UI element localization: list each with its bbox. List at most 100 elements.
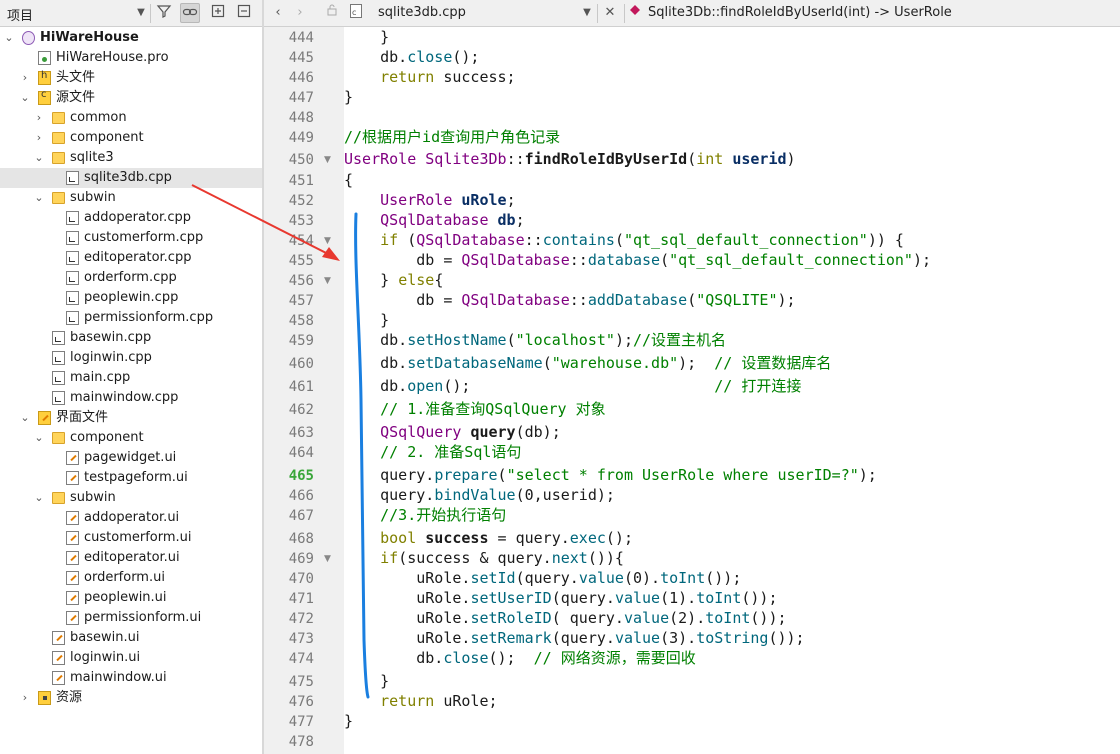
tree-item[interactable]: › 头文件 xyxy=(0,68,262,88)
code-token: QSqlDatabase xyxy=(380,211,489,229)
chevron-right-icon[interactable]: › xyxy=(19,689,31,707)
tree-item[interactable]: ⌄ subwin xyxy=(0,188,262,208)
code-token: contains xyxy=(542,231,615,249)
fold-marker-icon[interactable]: ▼ xyxy=(324,231,331,251)
tree-item[interactable]: addoperator.cpp xyxy=(0,208,262,228)
tree-item-label: basewin.cpp xyxy=(70,330,152,345)
code-line: uRole.setUserID(query.value(1).toInt()); xyxy=(344,588,777,608)
line-number: 450 xyxy=(288,152,314,168)
chevron-right-icon[interactable]: › xyxy=(19,69,31,87)
chevron-down-icon[interactable]: ⌄ xyxy=(33,189,45,207)
editor-area: ‹ › c sqlite3db.cpp ▼ ✕ Sqlite3Db::findR… xyxy=(264,0,1120,754)
tree-item[interactable]: ⌄ sqlite3 xyxy=(0,148,262,168)
code-token: (); xyxy=(443,377,715,395)
ui-file-icon xyxy=(66,511,79,525)
tree-item[interactable]: basewin.ui xyxy=(0,628,262,648)
folder-icon xyxy=(52,432,65,444)
tree-item[interactable]: ⌄ component xyxy=(0,428,262,448)
tree-item-label: orderform.ui xyxy=(84,570,165,585)
tree-item[interactable]: ⌄ 界面文件 xyxy=(0,408,262,428)
code-token: UserRole xyxy=(380,191,453,209)
code-editor[interactable]: } db.close(); return success;}//根据用户id查询… xyxy=(344,27,1120,754)
code-line: db.open(); // 打开连接 xyxy=(344,376,801,396)
tree-item[interactable]: testpageform.ui xyxy=(0,468,262,488)
tree-item[interactable]: permissionform.cpp xyxy=(0,308,262,328)
resources-folder-icon xyxy=(38,691,51,705)
tree-item[interactable]: editoperator.ui xyxy=(0,548,262,568)
code-token: findRoleIdByUserId xyxy=(524,150,688,168)
code-token: QSqlDatabase xyxy=(461,291,570,309)
code-token: success xyxy=(425,529,489,547)
line-number: 460 xyxy=(288,356,314,372)
chevron-right-icon[interactable]: › xyxy=(33,129,45,147)
tree-item[interactable]: addoperator.ui xyxy=(0,508,262,528)
chevron-down-icon[interactable]: ⌄ xyxy=(33,149,45,167)
line-number: 444 xyxy=(288,30,314,46)
tree-item[interactable]: › component xyxy=(0,128,262,148)
code-token: } xyxy=(344,28,390,46)
chevron-down-icon[interactable]: ⌄ xyxy=(19,89,31,107)
tree-item[interactable]: peoplewin.ui xyxy=(0,588,262,608)
ui-file-icon xyxy=(52,631,65,645)
open-document-name[interactable]: sqlite3db.cpp xyxy=(378,5,466,20)
tree-item-selected[interactable]: sqlite3db.cpp xyxy=(0,168,262,188)
tree-item[interactable]: basewin.cpp xyxy=(0,328,262,348)
tree-item[interactable]: editoperator.cpp xyxy=(0,248,262,268)
tree-item[interactable]: ⌄ subwin xyxy=(0,488,262,508)
tree-item[interactable]: HiWareHouse.pro xyxy=(0,48,262,68)
chevron-down-icon[interactable]: ⌄ xyxy=(19,409,31,427)
tree-item[interactable]: peoplewin.cpp xyxy=(0,288,262,308)
chevron-right-icon[interactable]: › xyxy=(33,109,45,127)
symbol-selector[interactable]: Sqlite3Db::findRoleIdByUserId(int) -> Us… xyxy=(648,5,952,20)
tree-item[interactable]: loginwin.cpp xyxy=(0,348,262,368)
tree-item[interactable]: main.cpp xyxy=(0,368,262,388)
code-token: return xyxy=(380,692,435,710)
code-line: bool success = query.exec(); xyxy=(344,528,633,548)
sources-folder-icon xyxy=(38,89,51,105)
code-token: close xyxy=(407,48,453,66)
link-with-editor-icon[interactable] xyxy=(180,3,200,23)
tree-item[interactable]: mainwindow.ui xyxy=(0,668,262,688)
back-icon[interactable]: ‹ xyxy=(268,3,288,23)
tree-item-label: customerform.cpp xyxy=(84,230,204,245)
line-number-gutter: 444 445 446 447 448 449 450 ▼ 451 452 453 454 ▼ 455 45… xyxy=(264,27,344,754)
filter-icon[interactable] xyxy=(154,3,174,23)
chevron-down-icon[interactable]: ⌄ xyxy=(33,429,45,447)
forward-icon[interactable]: › xyxy=(290,3,310,23)
code-token: ); xyxy=(614,331,633,349)
chevron-down-icon[interactable]: ▼ xyxy=(134,3,148,23)
code-line: query.prepare("select * from UserRole wh… xyxy=(344,465,877,485)
tree-item[interactable]: mainwindow.cpp xyxy=(0,388,262,408)
code-token: open xyxy=(407,377,444,395)
code-token: uRole. xyxy=(344,589,471,607)
fold-marker-icon[interactable]: ▼ xyxy=(324,271,331,291)
chevron-down-icon[interactable]: ⌄ xyxy=(33,489,45,507)
lock-icon[interactable] xyxy=(322,3,342,23)
tree-item[interactable]: ⌄ HiWareHouse xyxy=(0,28,262,48)
tree-item-label: common xyxy=(70,110,127,125)
cpp-file-icon xyxy=(52,351,65,365)
tree-item[interactable]: ⌄ 源文件 xyxy=(0,88,262,108)
tree-item[interactable]: permissionform.ui xyxy=(0,608,262,628)
tree-item[interactable]: customerform.cpp xyxy=(0,228,262,248)
tree-item[interactable]: › common xyxy=(0,108,262,128)
tree-item[interactable]: orderform.cpp xyxy=(0,268,262,288)
tree-item[interactable]: customerform.ui xyxy=(0,528,262,548)
tree-item[interactable]: orderform.ui xyxy=(0,568,262,588)
close-panel-icon[interactable] xyxy=(234,3,254,23)
tree-item[interactable]: loginwin.ui xyxy=(0,648,262,668)
tree-item[interactable]: › 资源 xyxy=(0,688,262,708)
chevron-down-icon[interactable]: ⌄ xyxy=(3,29,15,47)
tree-item[interactable]: pagewidget.ui xyxy=(0,448,262,468)
code-token: ); xyxy=(912,251,932,269)
chevron-down-icon[interactable]: ▼ xyxy=(580,3,594,23)
fold-marker-icon[interactable]: ▼ xyxy=(324,549,331,569)
fold-marker-icon[interactable]: ▼ xyxy=(324,150,331,170)
project-view-selector[interactable]: 项目 xyxy=(7,5,33,24)
code-line: uRole.setId(query.value(0).toInt()); xyxy=(344,568,741,588)
split-view-icon[interactable] xyxy=(208,3,228,23)
close-document-icon[interactable]: ✕ xyxy=(600,3,620,23)
code-line: // 1.准备查询QSqlQuery 对象 xyxy=(344,399,605,419)
